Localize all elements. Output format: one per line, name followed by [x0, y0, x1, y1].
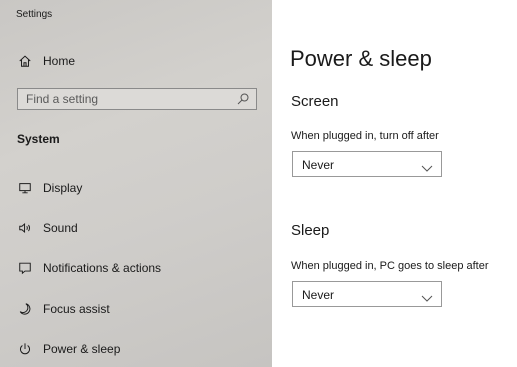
- sidebar: Settings Home System Display: [0, 0, 272, 367]
- screen-label: When plugged in, turn off after: [291, 130, 439, 142]
- chevron-down-icon: [421, 290, 433, 302]
- chevron-down-icon: [421, 160, 433, 172]
- power-icon: [17, 341, 33, 357]
- sidebar-item-label: Home: [43, 54, 76, 68]
- sidebar-item-focus-assist[interactable]: Focus assist: [0, 297, 272, 321]
- section-label: System: [17, 132, 60, 146]
- search-input[interactable]: [18, 89, 236, 109]
- sidebar-item-home[interactable]: Home: [0, 49, 272, 73]
- moon-icon: [17, 301, 33, 317]
- home-icon: [17, 53, 33, 69]
- dropdown-value: Never: [302, 158, 335, 172]
- monitor-icon: [17, 180, 33, 196]
- sidebar-item-label: Focus assist: [43, 302, 110, 316]
- screen-heading: Screen: [291, 93, 339, 110]
- speaker-icon: [17, 220, 33, 236]
- sleep-label: When plugged in, PC goes to sleep after: [291, 260, 489, 272]
- sleep-timeout-dropdown[interactable]: Never: [292, 281, 442, 307]
- page-title: Power & sleep: [290, 46, 432, 71]
- sidebar-item-sound[interactable]: Sound: [0, 216, 272, 240]
- sidebar-item-label: Sound: [43, 221, 78, 235]
- window-title: Settings: [16, 9, 53, 20]
- search-icon[interactable]: [236, 92, 250, 106]
- sidebar-item-notifications[interactable]: Notifications & actions: [0, 256, 272, 280]
- sidebar-item-display[interactable]: Display: [0, 176, 272, 200]
- screen-timeout-dropdown[interactable]: Never: [292, 151, 442, 177]
- search-box: [17, 88, 257, 110]
- sidebar-item-label: Display: [43, 181, 83, 195]
- sidebar-item-label: Notifications & actions: [43, 261, 162, 275]
- sidebar-item-label: Power & sleep: [43, 342, 121, 356]
- dropdown-value: Never: [302, 288, 335, 302]
- notification-icon: [17, 260, 33, 276]
- sleep-heading: Sleep: [291, 222, 330, 239]
- sidebar-item-power-sleep[interactable]: Power & sleep: [0, 337, 272, 361]
